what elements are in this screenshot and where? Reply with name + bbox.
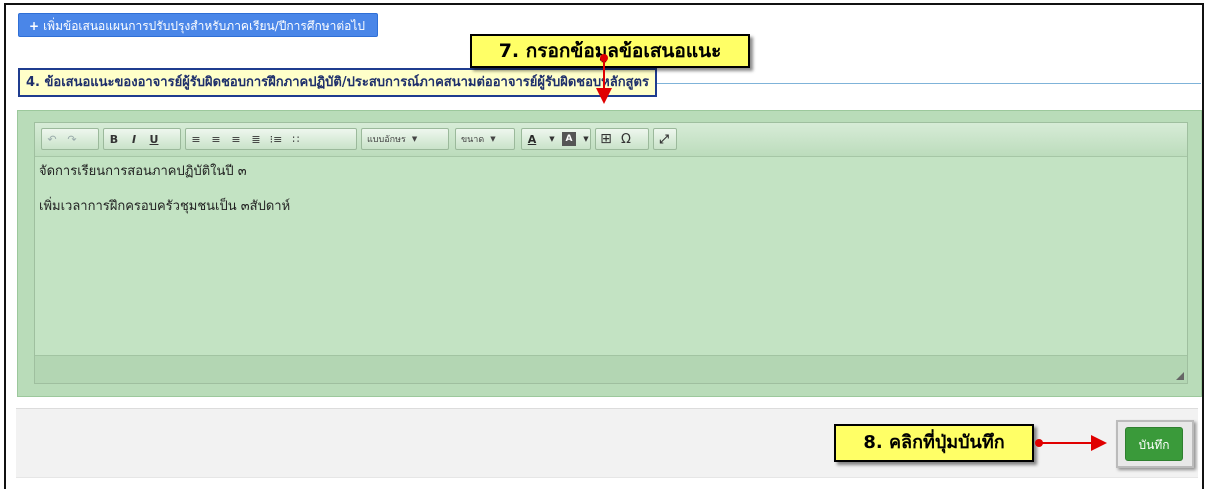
italic-button[interactable]: I: [124, 129, 144, 149]
editor-content[interactable]: จัดการเรียนการสอนภาคปฏิบัติในปี ๓ เพิ่มเ…: [35, 157, 1187, 355]
font-size-label: ขนาด: [461, 135, 485, 145]
step7-callout: 7. กรอกข้อมูลข้อเสนอแนะ: [470, 34, 750, 68]
editor-line: เพิ่มเวลาการฝึกครอบครัวชุมชนเป็น ๓สัปดาห…: [39, 199, 291, 214]
editor-line: จัดการเรียนการสอนภาคปฏิบัติในปี ๓: [39, 164, 247, 179]
rich-text-editor[interactable]: ↶ ↷ B I U ≡ ≡ ≡ ≣ ⁝≡ ∷ แบบอักษร ▼ ขนาด ▼ A…: [34, 122, 1188, 384]
align-center-icon[interactable]: ≡: [206, 129, 226, 149]
font-family-select[interactable]: แบบอักษร ▼: [361, 128, 449, 150]
add-improvement-plan-label: เพิ่มข้อเสนอแผนการปรับปรุงสำหรับภาคเรียน…: [43, 19, 366, 33]
undo-icon[interactable]: ↶: [42, 129, 62, 149]
chevron-down-icon: ▼: [490, 135, 496, 143]
align-right-icon[interactable]: ≡: [226, 129, 246, 149]
table-icon[interactable]: ⊞: [596, 129, 616, 149]
resize-handle-icon[interactable]: [1176, 372, 1184, 380]
redo-icon[interactable]: ↷: [62, 129, 82, 149]
ordered-list-icon[interactable]: ⁝≡: [266, 129, 286, 149]
color-group: A ▼ A ▼: [521, 128, 591, 150]
bold-button[interactable]: B: [104, 129, 124, 149]
unordered-list-icon[interactable]: ∷: [286, 129, 306, 149]
insert-group: ⊞ Ω: [595, 128, 649, 150]
save-button-highlight: บันทึก: [1116, 420, 1194, 468]
underline-button[interactable]: U: [144, 129, 164, 149]
font-family-label: แบบอักษร: [367, 135, 406, 145]
background-color-icon[interactable]: A: [562, 132, 576, 146]
font-size-select[interactable]: ขนาด ▼: [455, 128, 515, 150]
editor-toolbar: ↶ ↷ B I U ≡ ≡ ≡ ≣ ⁝≡ ∷ แบบอักษร ▼ ขนาด ▼ A…: [35, 123, 1187, 157]
section-title: 4. ข้อเสนอแนะของอาจารย์ผู้รับผิดชอบการฝึ…: [18, 68, 657, 97]
step8-callout: 8. คลิกที่ปุ่มบันทึก: [834, 424, 1034, 462]
editor-statusbar: [35, 355, 1187, 383]
history-group: ↶ ↷: [41, 128, 99, 150]
align-left-icon[interactable]: ≡: [186, 129, 206, 149]
add-improvement-plan-button[interactable]: + เพิ่มข้อเสนอแผนการปรับปรุงสำหรับภาคเรีย…: [18, 13, 379, 37]
text-style-group: B I U: [103, 128, 181, 150]
save-button[interactable]: บันทึก: [1125, 427, 1183, 461]
chevron-down-icon: ▼: [411, 135, 418, 143]
align-justify-icon[interactable]: ≣: [246, 129, 266, 149]
omega-icon[interactable]: Ω: [616, 129, 636, 149]
paragraph-group: ≡ ≡ ≡ ≣ ⁝≡ ∷: [185, 128, 357, 150]
view-group: ⤢: [653, 128, 677, 150]
font-color-icon[interactable]: A: [522, 129, 542, 149]
plus-icon: +: [29, 19, 40, 33]
fullscreen-icon[interactable]: ⤢: [654, 129, 674, 149]
